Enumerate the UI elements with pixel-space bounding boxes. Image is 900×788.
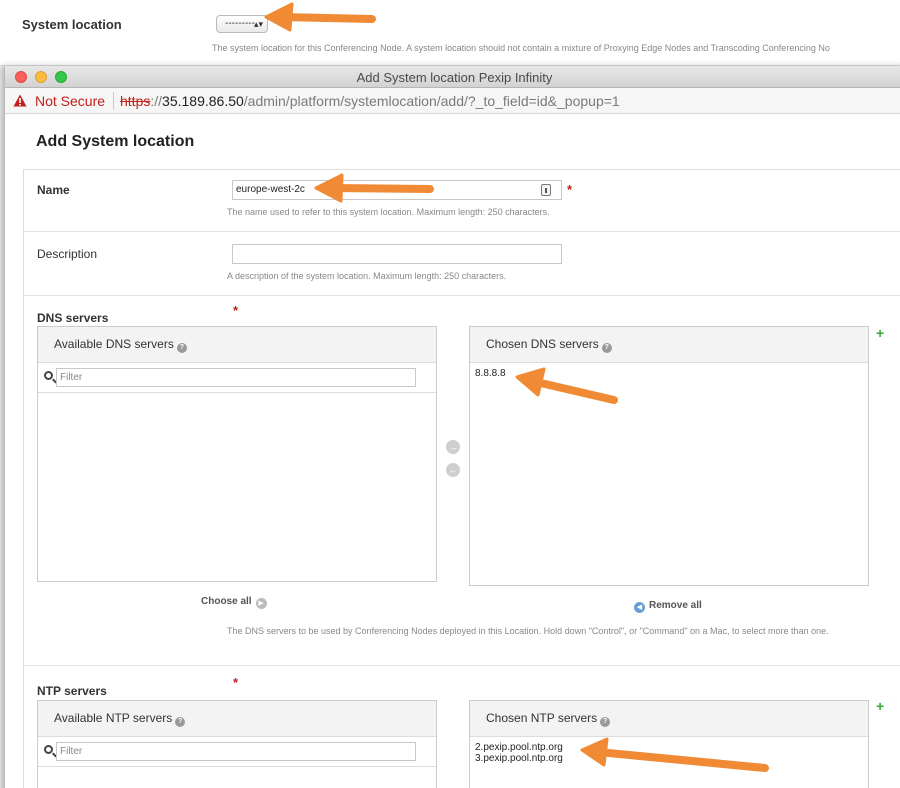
warning-icon: [13, 94, 27, 107]
list-item[interactable]: 2.pexip.pool.ntp.org: [475, 742, 863, 753]
page-content: Add System location Name europe-west-2c …: [23, 114, 900, 788]
ntp-filter-input[interactable]: Filter: [56, 742, 416, 761]
description-help: A description of the system location. Ma…: [227, 271, 507, 281]
available-dns-servers-box: Available DNS servers? Filter: [37, 326, 437, 582]
chosen-ntp-servers-list[interactable]: 2.pexip.pool.ntp.org 3.pexip.pool.ntp.or…: [470, 737, 868, 769]
available-ntp-servers-header: Available NTP servers?: [38, 701, 436, 737]
window-title: Add System location Pexip Infinity: [356, 70, 553, 85]
arrow-right-circle-icon: ▶: [255, 598, 267, 609]
help-icon[interactable]: ?: [176, 343, 187, 353]
name-label: Name: [37, 183, 70, 197]
help-icon[interactable]: ?: [601, 343, 612, 353]
list-item[interactable]: 3.pexip.pool.ntp.org: [475, 753, 863, 764]
available-ntp-servers-title: Available NTP servers: [54, 711, 173, 725]
system-location-help: The system location for this Conferencin…: [212, 43, 830, 53]
dns-help: The DNS servers to be used by Conferenci…: [227, 626, 829, 636]
available-dns-servers-list[interactable]: [38, 393, 436, 581]
row-divider: [24, 295, 900, 296]
name-required-mark: *: [567, 182, 573, 197]
autofill-key-icon[interactable]: [541, 184, 551, 196]
page-title: Add System location: [36, 133, 195, 150]
system-location-select[interactable]: --------- ▴▾: [216, 15, 268, 33]
address-bar[interactable]: Not Secure https://35.189.86.50/admin/pl…: [5, 88, 900, 114]
dns-required-mark: *: [233, 303, 239, 318]
help-icon[interactable]: ?: [600, 717, 611, 727]
ntp-required-mark: *: [233, 675, 239, 690]
chosen-dns-servers-title: Chosen DNS servers: [486, 337, 599, 351]
ntp-filter-row: Filter: [38, 737, 436, 767]
available-dns-servers-title: Available DNS servers: [54, 337, 174, 351]
arrow-left-circle-icon: ◀: [634, 602, 645, 613]
dns-filter-input[interactable]: Filter: [56, 368, 416, 387]
list-item[interactable]: 8.8.8.8: [475, 368, 863, 379]
help-icon[interactable]: ?: [175, 717, 186, 727]
description-label: Description: [37, 247, 98, 261]
chosen-ntp-servers-header: Chosen NTP servers?: [470, 701, 868, 737]
chosen-dns-servers-list[interactable]: 8.8.8.8: [470, 363, 868, 384]
row-divider: [24, 665, 900, 666]
window-titlebar: Add System location Pexip Infinity: [5, 66, 900, 88]
name-input-value: europe-west-2c: [236, 184, 305, 195]
available-ntp-servers-box: Available NTP servers? Filter: [37, 700, 437, 788]
choose-all-dns-label: Choose all: [201, 596, 252, 607]
not-secure-label[interactable]: Not Secure: [35, 93, 105, 109]
url-path: /admin/platform/systemlocation/add/?_to_…: [243, 93, 620, 109]
select-caret-icon: ▴▾: [253, 19, 263, 29]
url-host: 35.189.86.50: [162, 93, 244, 109]
dns-filter-row: Filter: [38, 363, 436, 393]
search-icon: [44, 745, 53, 754]
url-scheme: https: [120, 93, 151, 109]
popup-window: Add System location Pexip Infinity Not S…: [4, 66, 900, 788]
background-page: System location --------- ▴▾ The system …: [0, 0, 900, 66]
url-text[interactable]: https://35.189.86.50/admin/platform/syst…: [120, 93, 620, 109]
description-input[interactable]: [232, 244, 562, 264]
move-right-arrow-icon[interactable]: →: [446, 440, 460, 454]
remove-all-dns-label: Remove all: [649, 600, 702, 611]
chosen-ntp-servers-title: Chosen NTP servers: [486, 711, 598, 725]
remove-all-dns-link[interactable]: ◀ Remove all: [634, 600, 702, 613]
url-scheme-separator: ://: [150, 93, 163, 109]
chosen-dns-servers-box: Chosen DNS servers? 8.8.8.8: [469, 326, 869, 586]
name-input[interactable]: europe-west-2c: [232, 180, 562, 200]
name-help: The name used to refer to this system lo…: [227, 207, 550, 217]
row-divider: [24, 231, 900, 232]
chosen-dns-servers-header: Chosen DNS servers?: [470, 327, 868, 363]
move-left-arrow-icon[interactable]: ←: [446, 463, 460, 477]
add-dns-server-icon[interactable]: +: [876, 325, 884, 341]
dns-servers-label: DNS servers: [37, 311, 109, 325]
ntp-servers-label: NTP servers: [37, 684, 107, 698]
system-location-label: System location: [22, 17, 122, 32]
available-dns-servers-header: Available DNS servers?: [38, 327, 436, 363]
system-location-select-value: ---------: [225, 18, 255, 29]
choose-all-dns-link[interactable]: Choose all ▶: [201, 596, 267, 609]
chosen-ntp-servers-box: Chosen NTP servers? 2.pexip.pool.ntp.org…: [469, 700, 869, 788]
system-location-form: Name europe-west-2c * The name used to r…: [23, 169, 900, 788]
screenshot-root: System location --------- ▴▾ The system …: [0, 0, 900, 788]
address-separator: [113, 92, 114, 110]
add-ntp-server-icon[interactable]: +: [876, 698, 884, 714]
search-icon: [44, 371, 53, 380]
